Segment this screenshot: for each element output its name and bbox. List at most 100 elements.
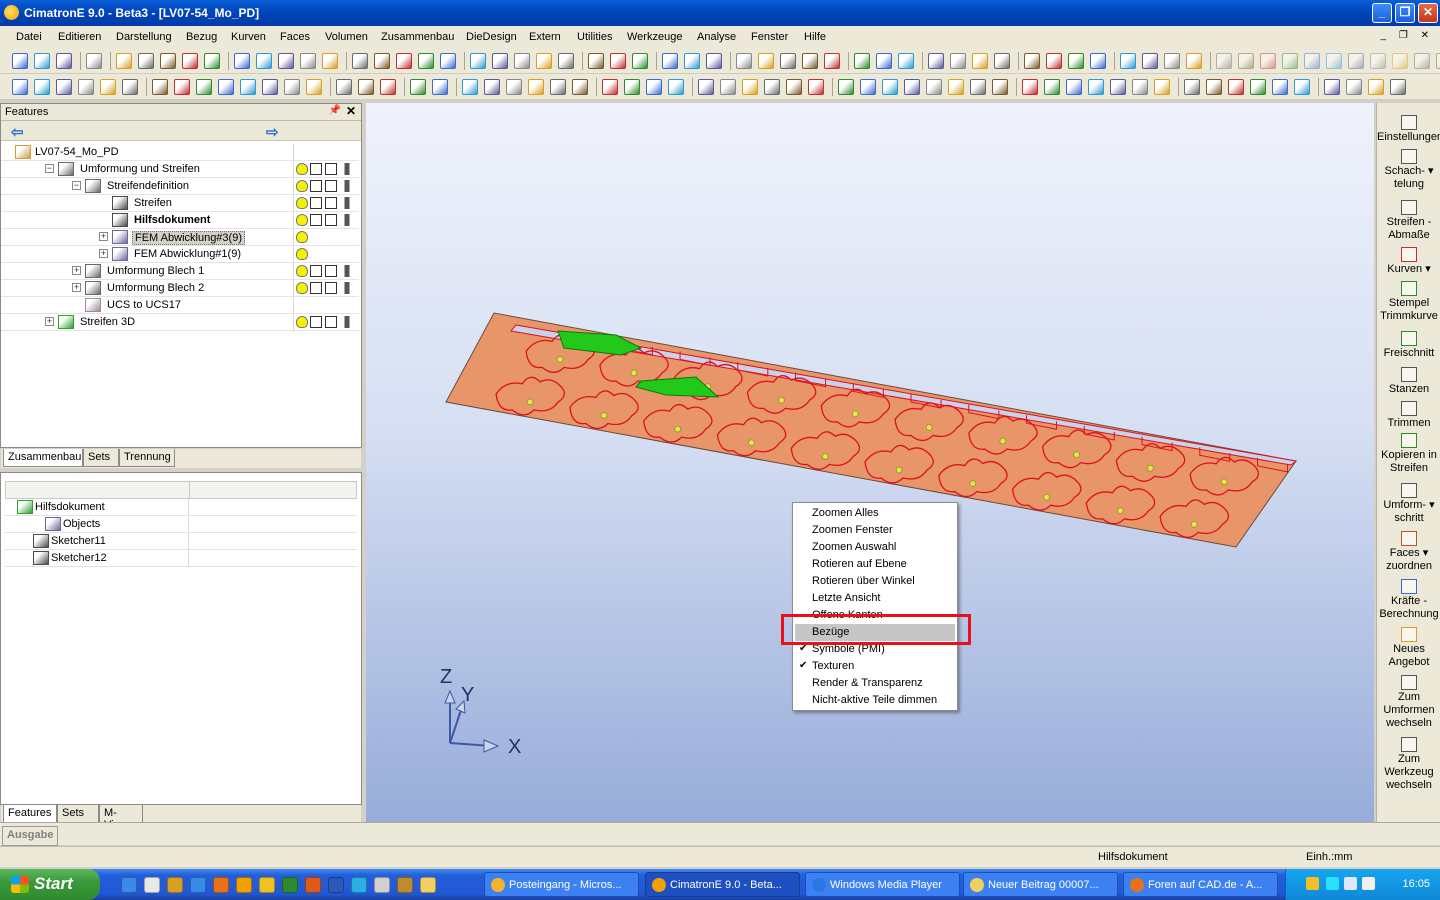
toolbar-tool-icon[interactable]	[358, 79, 374, 95]
context-menu-item[interactable]: Rotieren über Winkel	[795, 573, 955, 590]
menu-item-darstellung[interactable]: Darstellung	[116, 31, 172, 43]
toolbar-tool-icon[interactable]	[1348, 53, 1364, 69]
toolbar-tool-icon[interactable]	[698, 79, 714, 95]
palette-item[interactable]: Schach- ▾ telung	[1377, 149, 1440, 191]
menu-item-werkzeuge[interactable]: Werkzeuge	[627, 31, 682, 43]
pin-icon[interactable]	[341, 214, 353, 226]
toolbar-tool-icon[interactable]	[904, 79, 920, 95]
visibility-bulb-icon[interactable]	[296, 197, 308, 209]
toolbar-tool-icon[interactable]	[196, 79, 212, 95]
toolbar-tool-icon[interactable]	[174, 79, 190, 95]
toolbar-tool-icon[interactable]	[514, 53, 530, 69]
toolbar-tool-icon[interactable]	[948, 79, 964, 95]
taskbar-button[interactable]: Foren auf CAD.de - A...	[1123, 872, 1278, 897]
toolbar-tool-icon[interactable]	[994, 53, 1010, 69]
toolbar-tool-icon[interactable]	[668, 79, 684, 95]
tree-row[interactable]: LV07-54_Mo_PD	[1, 144, 359, 161]
toolbar-tool-icon[interactable]	[440, 53, 456, 69]
quick-launch-icon[interactable]	[328, 877, 344, 893]
quick-launch-icon[interactable]	[282, 877, 298, 893]
palette-item[interactable]: Freischnitt	[1377, 331, 1440, 360]
toolbar-tool-icon[interactable]	[536, 53, 552, 69]
layer-icon[interactable]	[325, 163, 337, 175]
tray-icon[interactable]	[1344, 877, 1357, 890]
tray-icon[interactable]	[1362, 877, 1375, 890]
toolbar-tool-icon[interactable]	[742, 79, 758, 95]
tab-sets[interactable]: Sets	[83, 449, 119, 467]
visibility-bulb-icon[interactable]	[296, 282, 308, 294]
toolbar-tool-icon[interactable]	[506, 79, 522, 95]
display-mode-icon[interactable]	[310, 265, 322, 277]
toolbar-tool-icon[interactable]	[1184, 79, 1200, 95]
menu-item-kurven[interactable]: Kurven	[231, 31, 266, 43]
toolbar-tool-icon[interactable]	[684, 53, 700, 69]
display-mode-icon[interactable]	[310, 214, 322, 226]
toolbar-tool-icon[interactable]	[992, 79, 1008, 95]
toolbar-tool-icon[interactable]	[780, 53, 796, 69]
layer-icon[interactable]	[325, 265, 337, 277]
menu-item-diedesign[interactable]: DieDesign	[466, 31, 517, 43]
tree-row[interactable]: + Umformung Blech 1	[1, 263, 359, 280]
toolbar-tool-icon[interactable]	[588, 53, 604, 69]
toolbar-tool-icon[interactable]	[736, 53, 752, 69]
toolbar-tool-icon[interactable]	[1046, 53, 1062, 69]
context-menu-item[interactable]: ✔ Texturen	[795, 658, 955, 675]
toolbar-tool-icon[interactable]	[138, 53, 154, 69]
toolbar-tool-icon[interactable]	[662, 53, 678, 69]
menu-item-faces[interactable]: Faces	[280, 31, 310, 43]
quick-launch-icon[interactable]	[397, 877, 413, 893]
palette-item[interactable]: Umform- ▾ schritt	[1377, 483, 1440, 525]
tree-row[interactable]: + Umformung Blech 2	[1, 280, 359, 297]
strip-layout-drawing[interactable]: Z Y X	[366, 103, 1374, 822]
palette-item[interactable]: Trimmen	[1377, 401, 1440, 430]
toolbar-tool-icon[interactable]	[1294, 79, 1310, 95]
display-mode-icon[interactable]	[310, 197, 322, 209]
toolbar-tool-icon[interactable]	[610, 53, 626, 69]
toolbar-tool-icon[interactable]	[322, 53, 338, 69]
context-menu-item[interactable]: Rotieren auf Ebene	[795, 556, 955, 573]
mdi-window-controls[interactable]: _ ❐ ✕	[1381, 30, 1434, 41]
display-mode-icon[interactable]	[310, 282, 322, 294]
pin-icon[interactable]	[341, 180, 353, 192]
toolbar-tool-icon[interactable]	[928, 53, 944, 69]
layer-icon[interactable]	[325, 316, 337, 328]
palette-item[interactable]: Einstellungen	[1377, 115, 1440, 144]
property-row[interactable]: Objects	[5, 516, 357, 533]
quick-launch-icon[interactable]	[305, 877, 321, 893]
visibility-bulb-icon[interactable]	[296, 163, 308, 175]
toolbar-tool-icon[interactable]	[182, 53, 198, 69]
visibility-bulb-icon[interactable]	[296, 248, 308, 260]
toolbar-tool-icon[interactable]	[484, 79, 500, 95]
toolbar-tool-icon[interactable]	[1154, 79, 1170, 95]
menu-item-fenster[interactable]: Fenster	[751, 31, 788, 43]
menu-item-analyse[interactable]: Analyse	[697, 31, 736, 43]
pin-icon[interactable]	[341, 316, 353, 328]
toolbar-tool-icon[interactable]	[470, 53, 486, 69]
taskbar-button[interactable]: Neuer Beitrag 00007...	[963, 872, 1118, 897]
toolbar-tool-icon[interactable]	[1324, 79, 1340, 95]
tree-row[interactable]: Hilfsdokument	[1, 212, 359, 229]
tab-features[interactable]: Features	[3, 805, 57, 823]
taskbar-button[interactable]: CimatronE 9.0 - Beta...	[645, 872, 800, 897]
toolbar-tool-icon[interactable]	[100, 79, 116, 95]
toolbar-tool-icon[interactable]	[550, 79, 566, 95]
toolbar-tool-icon[interactable]	[1228, 79, 1244, 95]
palette-item[interactable]: Kurven ▾	[1377, 247, 1440, 276]
toolbar-tool-icon[interactable]	[1216, 53, 1232, 69]
taskbar-button[interactable]: Posteingang - Micros...	[484, 872, 639, 897]
toolbar-tool-icon[interactable]	[352, 53, 368, 69]
toolbar-tool-icon[interactable]	[854, 53, 870, 69]
menu-item-bezug[interactable]: Bezug	[186, 31, 217, 43]
toolbar-tool-icon[interactable]	[78, 79, 94, 95]
menu-item-datei[interactable]: Datei	[16, 31, 42, 43]
toolbar-tool-icon[interactable]	[12, 79, 28, 95]
toolbar-tool-icon[interactable]	[602, 79, 618, 95]
quick-launch-icon[interactable]	[351, 877, 367, 893]
expand-icon[interactable]: +	[99, 232, 108, 241]
toolbar-tool-icon[interactable]	[1304, 53, 1320, 69]
expand-icon[interactable]: +	[72, 283, 81, 292]
property-row[interactable]: Sketcher11	[5, 533, 357, 550]
toolbar-tool-icon[interactable]	[1044, 79, 1060, 95]
toolbar-tool-icon[interactable]	[1260, 53, 1276, 69]
toolbar-tool-icon[interactable]	[860, 79, 876, 95]
